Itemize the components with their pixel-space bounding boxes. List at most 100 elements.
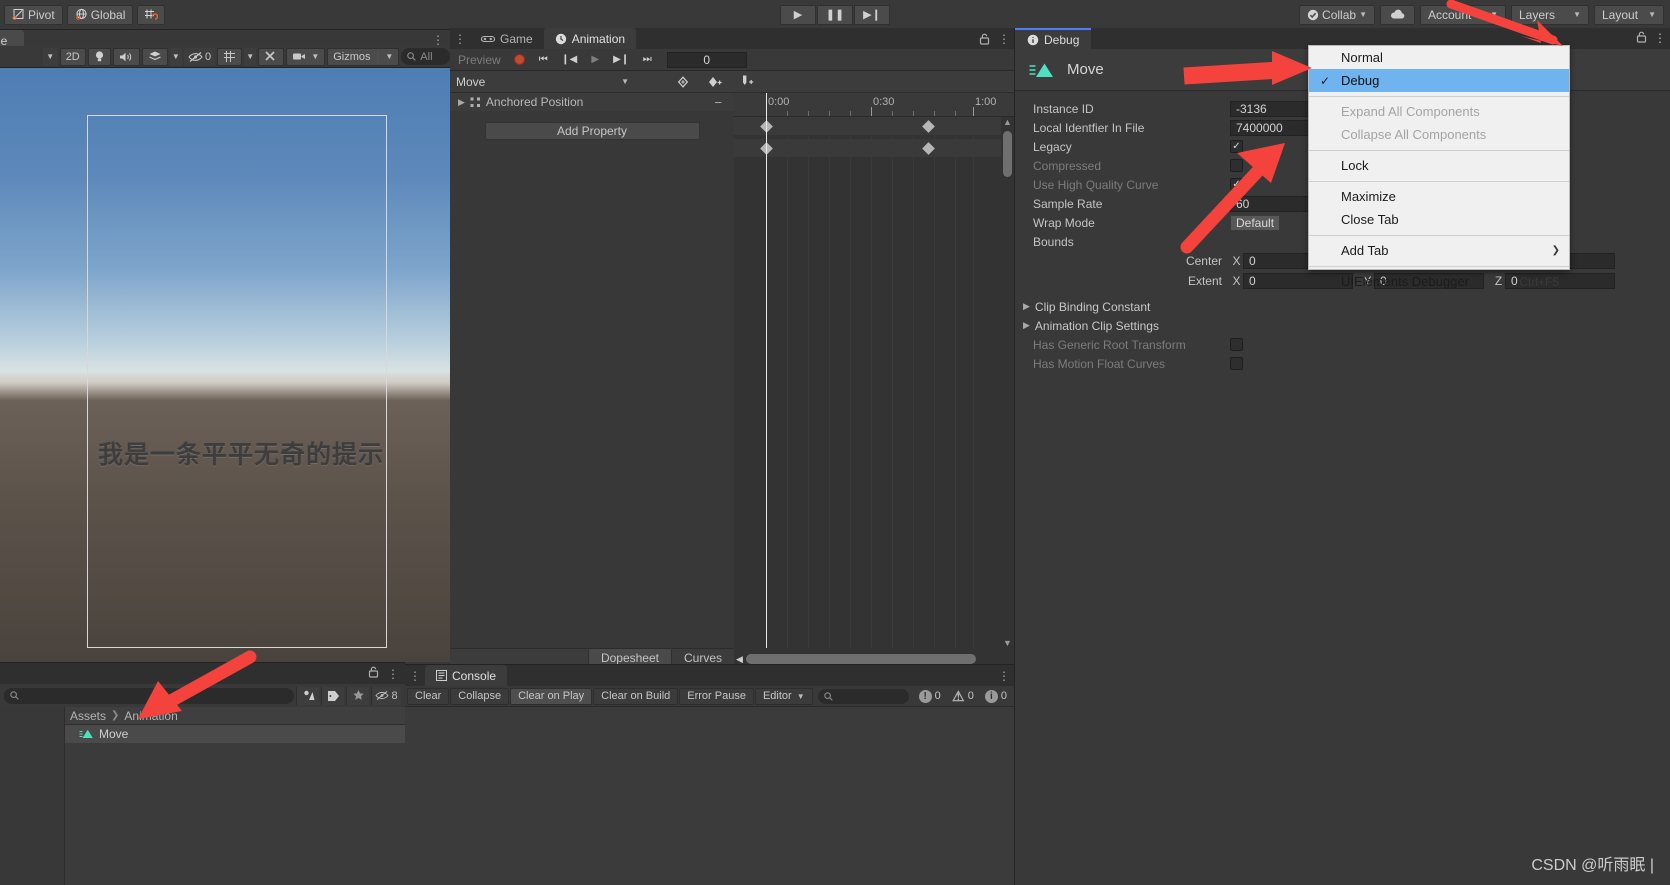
list-item[interactable]: Move <box>65 725 405 743</box>
collab-label: Collab <box>1322 7 1357 22</box>
kebab-menu-icon[interactable]: ⋮ <box>387 667 399 681</box>
pause-button[interactable]: ❚❚ <box>817 4 853 25</box>
grid-snap-icon <box>145 9 159 20</box>
clear-button[interactable]: Clear <box>407 687 450 705</box>
menu-item-close-tab[interactable]: Close Tab <box>1309 208 1569 231</box>
expand-triangle-icon[interactable]: ▶ <box>458 97 465 108</box>
step-button[interactable]: ▶❙ <box>854 4 890 25</box>
inspector-menu-icon[interactable]: ⋮ <box>1654 31 1666 46</box>
collapse-button[interactable]: Collapse <box>450 687 510 705</box>
scene-gizmos-button[interactable]: Gizmos | ▼ <box>327 47 400 66</box>
menu-item-maximize[interactable]: Maximize <box>1309 185 1569 208</box>
menu-item-lock[interactable]: Lock <box>1309 154 1569 177</box>
panel-menu-icon[interactable]: ⋮ <box>450 28 470 49</box>
horizontal-scroll-thumb[interactable] <box>746 654 976 664</box>
collab-button[interactable]: Collab ▼ <box>1299 4 1375 25</box>
frame-input[interactable]: 0 <box>666 51 747 68</box>
console-log-list[interactable] <box>405 707 1014 885</box>
first-keyframe-button[interactable]: ⏮ <box>531 50 556 70</box>
menu-item-add-tab[interactable]: Add Tab ❯ <box>1309 239 1569 262</box>
scene-view[interactable]: 我是一条平平无奇的提示 <box>0 68 450 662</box>
console-search-input[interactable] <box>817 688 909 704</box>
vertical-scroll-thumb[interactable] <box>1003 131 1012 177</box>
scroll-up-arrow-icon[interactable]: ▲ <box>1003 117 1012 127</box>
asset-filter-icon[interactable] <box>296 686 319 705</box>
scroll-left-arrow-icon[interactable]: ◀ <box>736 654 743 665</box>
property-row[interactable]: ▶ Anchored Position − <box>450 93 734 111</box>
global-button[interactable]: Global <box>66 4 134 25</box>
add-property-button[interactable]: Add Property <box>484 122 700 140</box>
scene-hidden-objects[interactable]: 0 <box>183 47 216 66</box>
pivot-button[interactable]: Pivot <box>4 4 63 25</box>
prev-keyframe-button[interactable]: ❙◀ <box>557 50 582 70</box>
clip-selector[interactable]: Move ▼ <box>450 72 635 92</box>
chevron-down-icon: ▼ <box>311 52 320 61</box>
scene-tab-menu[interactable]: ⋮ <box>432 33 444 47</box>
next-keyframe-button[interactable]: ▶❙ <box>609 50 634 70</box>
menu-item-debug[interactable]: ✓ Debug <box>1309 69 1569 92</box>
lock-icon[interactable] <box>368 666 379 681</box>
tab-game[interactable]: Game <box>470 28 544 49</box>
scene-2d-toggle[interactable]: 2D <box>59 47 86 66</box>
add-keyframe-plus-button[interactable] <box>699 71 731 93</box>
account-button[interactable]: Account ▼ <box>1420 4 1506 25</box>
project-folder-tree[interactable] <box>0 707 65 885</box>
inspector-context-menu[interactable]: Normal ✓ Debug Expand All Components Col… <box>1308 45 1570 289</box>
add-event-button[interactable] <box>731 71 763 93</box>
error-count-toggle[interactable]: ! 0 <box>914 689 946 703</box>
favorite-icon[interactable] <box>346 686 369 705</box>
menu-item-normal[interactable]: Normal <box>1309 46 1569 69</box>
scene-grid-toggle[interactable] <box>217 47 243 66</box>
timeline-playhead[interactable] <box>766 93 767 648</box>
scene-fx-dropdown[interactable]: ▼ <box>169 47 182 66</box>
console-panel-menu-icon[interactable]: ⋮ <box>405 665 425 686</box>
add-keyframe-button[interactable] <box>667 71 699 93</box>
scroll-down-arrow-icon[interactable]: ▼ <box>1003 638 1012 648</box>
info-count-toggle[interactable]: i 0 <box>980 689 1012 703</box>
scene-search-input[interactable]: All <box>401 48 450 65</box>
console-menu-icon[interactable]: ⋮ <box>994 665 1014 686</box>
animation-menu-icon[interactable]: ⋮ <box>994 28 1014 49</box>
warning-count-toggle[interactable]: ⚠ 0 <box>947 688 979 704</box>
label-filter-icon[interactable] <box>321 686 344 705</box>
animation-timeline[interactable]: 0:00 0:30 1:00 ▲ ▼ ◀ <box>734 93 1014 666</box>
scene-draw-mode-dropdown[interactable]: ▼ <box>42 47 58 66</box>
play-animation-button[interactable]: ▶ <box>583 50 608 70</box>
scene-fx-toggle[interactable] <box>141 47 168 66</box>
play-button[interactable]: ▶ <box>780 4 816 25</box>
scene-grid-dropdown[interactable]: ▼ <box>244 47 257 66</box>
hidden-objects-icon[interactable]: 8 <box>371 686 401 705</box>
menu-item-uielements-debugger[interactable]: UIElements Debugger Ctrl+F5 <box>1309 270 1569 293</box>
preview-button[interactable]: Preview <box>450 53 509 67</box>
tab-animation[interactable]: Animation <box>543 28 637 49</box>
editor-dropdown[interactable]: Editor ▼ <box>754 687 813 705</box>
timeline-vertical-scrollbar[interactable]: ▲ ▼ <box>1001 117 1014 648</box>
inspector-lock-icon[interactable] <box>1636 31 1647 46</box>
tab-console[interactable]: Console <box>425 665 508 686</box>
layout-button[interactable]: Layout ▼ <box>1594 4 1664 25</box>
clear-on-play-button[interactable]: Clear on Play <box>510 687 593 705</box>
record-button[interactable] <box>510 50 530 70</box>
grid-snap-button[interactable] <box>137 4 166 25</box>
project-search-input[interactable] <box>4 687 294 704</box>
breadcrumb-assets[interactable]: Assets <box>70 709 106 723</box>
project-content-pane[interactable]: Assets ❯ Animation Move <box>65 707 405 885</box>
error-pause-button[interactable]: Error Pause <box>679 687 754 705</box>
animation-lock-icon[interactable] <box>974 28 994 49</box>
foldout-clip-binding-constant[interactable]: ▶ Clip Binding Constant <box>1015 297 1670 316</box>
property-remove-icon[interactable]: − <box>714 95 722 110</box>
tab-debug[interactable]: Debug <box>1015 28 1092 49</box>
legacy-checkbox[interactable]: ✓ <box>1230 140 1243 153</box>
cloud-button[interactable] <box>1380 4 1415 25</box>
scene-tools-button[interactable] <box>258 47 285 66</box>
breadcrumb-animation[interactable]: Animation <box>124 709 177 723</box>
timeline-ruler[interactable]: 0:00 0:30 1:00 <box>734 93 1014 117</box>
layers-button[interactable]: Layers ▼ <box>1511 4 1589 25</box>
wrap-mode-dropdown[interactable]: Default <box>1230 214 1280 231</box>
foldout-animation-clip-settings[interactable]: ▶ Animation Clip Settings <box>1015 316 1670 335</box>
scene-audio-toggle[interactable] <box>112 47 140 66</box>
last-keyframe-button[interactable]: ⏭ <box>635 50 660 70</box>
clear-on-build-button[interactable]: Clear on Build <box>593 687 679 705</box>
scene-lighting-toggle[interactable] <box>87 47 111 66</box>
scene-camera-button[interactable]: ▼ <box>286 47 326 66</box>
